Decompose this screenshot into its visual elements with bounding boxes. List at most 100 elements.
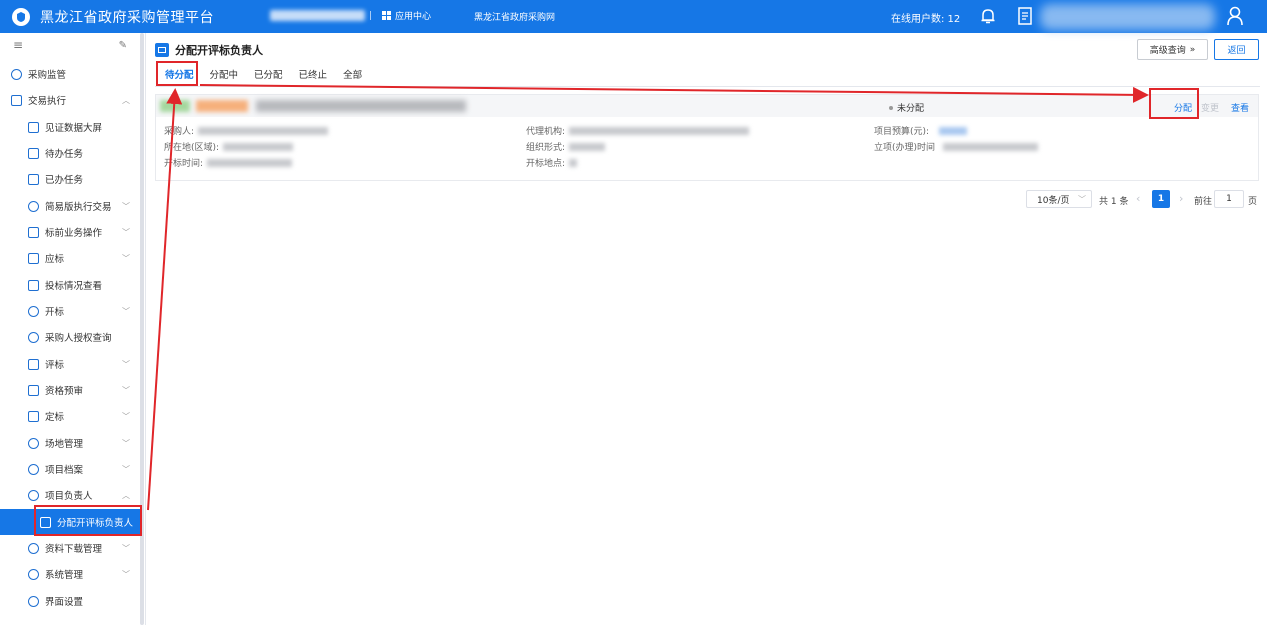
shield-icon: [11, 68, 22, 80]
record-header: 未分配 分配 变更 查看: [156, 95, 1258, 117]
current-page-button[interactable]: 1: [1152, 190, 1170, 208]
redacted-tag: [160, 100, 190, 112]
sidebar-item-venue[interactable]: 场地管理 ﹀: [0, 430, 140, 456]
portal-link[interactable]: 黑龙江省政府采购网: [474, 10, 555, 23]
field-open-time: 开标时间:: [164, 156, 293, 169]
sidebar-item-project-manager[interactable]: 项目负责人 ︿: [0, 482, 140, 508]
next-page-icon[interactable]: ›: [1179, 192, 1183, 205]
prev-page-icon[interactable]: ‹: [1136, 192, 1140, 205]
main-content: 分配开评标负责人 高级查询 » 返回 待分配 分配中 已分配 已终止 全部 未分…: [147, 33, 1267, 625]
sidebar-item-label: 标前业务操作: [45, 228, 103, 239]
sidebar-item-ui-settings[interactable]: 界面设置: [0, 588, 140, 614]
menu-toggle-icon[interactable]: ≡: [13, 38, 23, 52]
goto-page-input[interactable]: 1: [1214, 190, 1244, 208]
bell-icon[interactable]: [980, 7, 996, 25]
sidebar-item-bid[interactable]: 应标 ﹀: [0, 245, 140, 271]
system-icon: [28, 568, 39, 580]
double-chevron-down-icon: »: [1189, 44, 1196, 55]
field-label: 采购人:: [164, 127, 195, 137]
app-title: 黑龙江省政府采购管理平台: [40, 9, 214, 26]
tab-pending[interactable]: 待分配: [157, 66, 202, 86]
sidebar-item-bid-view[interactable]: 投标情况查看: [0, 272, 140, 298]
total-count: 共 1 条: [1099, 197, 1129, 207]
page-suffix: 页: [1248, 197, 1258, 207]
redacted-user-info: [270, 10, 365, 21]
app-center-link[interactable]: 应用中心: [382, 9, 431, 22]
field-agency: 代理机构:: [526, 124, 750, 137]
sidebar-item-witness-screen[interactable]: 见证数据大屏: [0, 114, 140, 140]
sidebar-item-label: 项目负责人: [45, 491, 93, 502]
field-purchaser: 采购人:: [164, 124, 329, 137]
transaction-icon: [11, 94, 22, 106]
redacted-value: [198, 126, 329, 135]
sidebar-item-done[interactable]: 已办任务: [0, 166, 140, 192]
sidebar-item-auth-query[interactable]: 采购人授权查询: [0, 324, 140, 350]
chevron-down-icon: ﹀: [122, 201, 130, 211]
pin-icon[interactable]: ✎: [119, 40, 127, 51]
redacted-value: [569, 126, 750, 135]
redacted-value: [207, 158, 293, 167]
sidebar-item-simple-trade[interactable]: 简易版执行交易 ﹀: [0, 193, 140, 219]
sidebar-scrollbar[interactable]: [140, 33, 144, 625]
sidebar-item-label: 采购监管: [28, 70, 67, 81]
tab-terminated[interactable]: 已终止: [291, 66, 336, 86]
redacted-project-name: [256, 100, 466, 112]
page-size-select[interactable]: 10条/页 ﹀: [1026, 190, 1092, 208]
sidebar: ≡ ✎ 采购监管 交易执行 ︿ 见证数据大屏 待办任务 已办任务 简易版执行交易…: [0, 33, 146, 625]
sidebar-item-label: 开标: [45, 307, 65, 318]
sidebar-item-label: 简易版执行交易: [45, 202, 112, 213]
sidebar-item-bid-opening[interactable]: 开标 ﹀: [0, 298, 140, 324]
manager-icon: [28, 489, 39, 501]
field-label: 代理机构:: [526, 127, 566, 137]
award-icon: [28, 410, 39, 422]
page-size-value: 10条/页: [1037, 195, 1070, 206]
advanced-search-button[interactable]: 高级查询 »: [1137, 39, 1208, 60]
sidebar-item-award[interactable]: 定标 ﹀: [0, 403, 140, 429]
header-separator: |: [369, 11, 373, 21]
chevron-up-icon: ︿: [122, 95, 130, 105]
redacted-value: [569, 142, 606, 151]
tab-all[interactable]: 全部: [335, 66, 370, 86]
sidebar-item-download[interactable]: 资料下载管理 ﹀: [0, 535, 140, 561]
prequal-icon: [28, 384, 39, 396]
document-icon[interactable]: [1018, 7, 1032, 25]
change-button[interactable]: 变更: [1201, 101, 1219, 114]
simple-trade-icon: [28, 200, 39, 212]
redacted-account-info: [1040, 4, 1215, 30]
user-icon[interactable]: [1226, 6, 1244, 26]
field-label: 立项(办理)时间: [874, 143, 936, 153]
sidebar-item-evaluate[interactable]: 评标 ﹀: [0, 351, 140, 377]
sidebar-item-pre-bid[interactable]: 标前业务操作 ﹀: [0, 219, 140, 245]
sidebar-item-prequal[interactable]: 资格预审 ﹀: [0, 377, 140, 403]
assign-button[interactable]: 分配: [1174, 101, 1192, 114]
redacted-value: [939, 126, 968, 135]
sidebar-item-assign-manager[interactable]: 分配开评标负责人: [0, 509, 140, 535]
sidebar-item-system[interactable]: 系统管理 ﹀: [0, 561, 140, 587]
settings-icon: [28, 595, 39, 607]
sidebar-item-label: 定标: [45, 412, 65, 423]
tab-assigning[interactable]: 分配中: [202, 66, 247, 86]
assign-icon: [40, 516, 51, 528]
sidebar-item-todo[interactable]: 待办任务: [0, 140, 140, 166]
sidebar-item-label: 资料下载管理: [45, 544, 103, 555]
chevron-down-icon: ﹀: [122, 253, 130, 263]
online-users-count: 在线用户数: 12: [891, 14, 961, 25]
sidebar-item-procurement-supervision[interactable]: 采购监管: [0, 61, 140, 87]
sidebar-item-label: 场地管理: [45, 439, 84, 450]
status-text: 未分配: [897, 104, 925, 114]
view-button[interactable]: 查看: [1231, 101, 1249, 114]
redacted-value: [943, 142, 1039, 151]
page-title-icon: [155, 43, 169, 57]
sidebar-item-transaction[interactable]: 交易执行 ︿: [0, 87, 140, 113]
done-icon: [28, 173, 39, 185]
sidebar-item-label: 项目档案: [45, 465, 84, 476]
back-button[interactable]: 返回: [1214, 39, 1259, 60]
sidebar-item-archive[interactable]: 项目档案 ﹀: [0, 456, 140, 482]
sidebar-item-label: 界面设置: [45, 597, 84, 608]
tab-assigned[interactable]: 已分配: [246, 66, 291, 86]
sidebar-item-label: 交易执行: [28, 96, 67, 107]
todo-icon: [28, 147, 39, 159]
chevron-up-icon: ︿: [122, 490, 130, 500]
platform-logo-icon: [12, 7, 30, 26]
sidebar-item-label: 投标情况查看: [45, 281, 103, 292]
